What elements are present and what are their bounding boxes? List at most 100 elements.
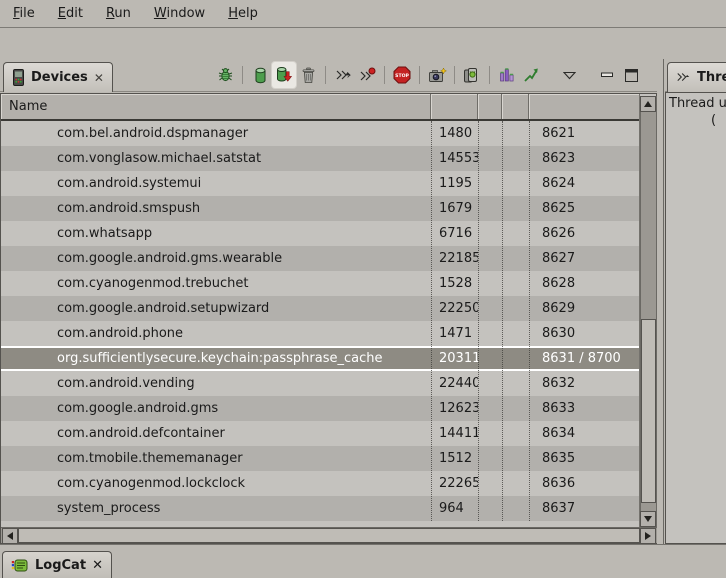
process-port: 8636 <box>529 476 639 491</box>
minimize-icon[interactable] <box>595 62 619 88</box>
menu-file[interactable]: File <box>10 4 38 23</box>
process-pid: 22265 <box>431 476 478 491</box>
table-row[interactable]: com.vonglasow.michael.satstat145538623 <box>1 146 639 171</box>
threads-panel: Thread up ( <box>665 92 726 544</box>
scroll-left-button[interactable] <box>2 528 18 544</box>
toolbar-separator <box>242 66 243 84</box>
column-header-port[interactable] <box>529 94 639 119</box>
table-row[interactable]: com.android.phone14718630 <box>1 321 639 346</box>
report-arrow-icon[interactable] <box>519 62 543 88</box>
threads-icon <box>676 70 691 85</box>
menu-edit[interactable]: Edit <box>55 4 86 23</box>
process-name: com.vonglasow.michael.satstat <box>1 151 431 166</box>
process-pid: 1512 <box>431 451 478 466</box>
process-port: 8621 <box>529 126 639 141</box>
process-port: 8630 <box>529 326 639 341</box>
menu-help[interactable]: Help <box>225 4 261 23</box>
close-icon[interactable]: ✕ <box>92 558 103 573</box>
tab-threads[interactable]: Threads <box>667 62 726 92</box>
process-pid: 1480 <box>431 126 478 141</box>
update-threads-icon[interactable] <box>331 62 355 88</box>
svg-text:STOP: STOP <box>395 73 409 79</box>
process-pid: 14553 <box>431 151 478 166</box>
process-name: com.android.vending <box>1 376 431 391</box>
process-name: com.google.android.setupwizard <box>1 301 431 316</box>
threads-tabbar: Threads <box>665 59 726 92</box>
table-row[interactable]: com.tmobile.thememanager15128635 <box>1 446 639 471</box>
process-port: 8631 / 8700 <box>529 351 639 366</box>
process-port: 8625 <box>529 201 639 216</box>
empty-toolbar-strip <box>0 29 726 59</box>
table-row[interactable]: system_process9648637 <box>1 496 639 521</box>
column-header-pid[interactable] <box>431 94 478 119</box>
process-name: com.cyanogenmod.lockclock <box>1 476 431 491</box>
menu-window[interactable]: Window <box>151 4 208 23</box>
update-heap-icon[interactable] <box>248 62 272 88</box>
screen-capture-camera-icon[interactable] <box>425 62 449 88</box>
process-port: 8628 <box>529 276 639 291</box>
capture-system-info-icon[interactable] <box>495 62 519 88</box>
process-port: 8629 <box>529 301 639 316</box>
table-row[interactable]: com.android.vending224408632 <box>1 371 639 396</box>
process-name: com.bel.android.dspmanager <box>1 126 431 141</box>
column-header-name[interactable]: Name <box>1 94 431 119</box>
column-header-a[interactable] <box>478 94 502 119</box>
column-header-b[interactable] <box>502 94 529 119</box>
table-row[interactable]: com.android.systemui11958624 <box>1 171 639 196</box>
phone-icon <box>12 69 25 86</box>
table-header: Name <box>1 94 639 121</box>
device-table: Name com.bel.android.dspmanager14808621c… <box>0 93 657 544</box>
process-pid: 1679 <box>431 201 478 216</box>
table-row[interactable]: com.cyanogenmod.trebuchet15288628 <box>1 271 639 296</box>
menu-run[interactable]: Run <box>103 4 134 23</box>
table-row[interactable]: com.android.defcontainer144118634 <box>1 421 639 446</box>
stop-process-icon[interactable]: STOP <box>390 62 414 88</box>
scroll-right-button[interactable] <box>640 528 656 544</box>
menubar: File Edit Run Window Help <box>0 0 726 28</box>
process-pid: 22250 <box>431 301 478 316</box>
reset-adb-phones-icon[interactable] <box>460 62 484 88</box>
tab-logcat[interactable]: LogCat ✕ <box>2 551 112 578</box>
process-name: org.sufficientlysecure.keychain:passphra… <box>1 351 431 366</box>
panel-sash[interactable] <box>657 59 665 545</box>
devices-toolbar: STOP <box>213 61 643 89</box>
process-port: 8635 <box>529 451 639 466</box>
maximize-icon[interactable] <box>619 62 643 88</box>
process-port: 8633 <box>529 401 639 416</box>
vertical-scrollbar <box>640 96 657 527</box>
process-port: 8626 <box>529 226 639 241</box>
table-row[interactable]: com.whatsapp67168626 <box>1 221 639 246</box>
table-row[interactable]: com.google.android.setupwizard22250 8629 <box>1 296 639 321</box>
process-name: com.android.systemui <box>1 176 431 191</box>
process-pid: 22185 <box>431 251 478 266</box>
close-icon[interactable]: ✕ <box>94 71 104 85</box>
process-pid: 14411 <box>431 426 478 441</box>
debug-bug-icon[interactable] <box>213 62 237 88</box>
table-row[interactable]: com.bel.android.dspmanager1480 8621 <box>1 121 639 146</box>
process-name: com.android.phone <box>1 326 431 341</box>
process-port: 8634 <box>529 426 639 441</box>
scroll-up-button[interactable] <box>640 96 656 112</box>
table-row[interactable]: com.cyanogenmod.lockclock22265 8636 <box>1 471 639 496</box>
logcat-icon <box>11 558 29 573</box>
vertical-scrollbar-thumb[interactable] <box>641 319 656 503</box>
table-row[interactable]: com.google.android.gms.wearable221858627 <box>1 246 639 271</box>
toolbar-separator <box>325 66 326 84</box>
table-row[interactable]: com.google.android.gms126238633 <box>1 396 639 421</box>
toolbar-separator <box>454 66 455 84</box>
process-port: 8624 <box>529 176 639 191</box>
process-name: com.google.android.gms.wearable <box>1 251 431 266</box>
view-menu-icon[interactable] <box>557 62 581 88</box>
tab-devices[interactable]: Devices ✕ <box>3 62 113 92</box>
cause-gc-trash-icon[interactable] <box>296 62 320 88</box>
table-row[interactable]: com.android.smspush1679 8625 <box>1 196 639 221</box>
table-row-selected[interactable]: org.sufficientlysecure.keychain:passphra… <box>1 346 639 371</box>
process-name: com.google.android.gms <box>1 401 431 416</box>
threads-message-line2: ( <box>711 113 716 128</box>
bottom-tabbar: LogCat ✕ <box>0 544 726 577</box>
start-method-profiling-icon[interactable] <box>355 62 379 88</box>
process-name: com.android.smspush <box>1 201 431 216</box>
horizontal-scrollbar-thumb[interactable] <box>18 528 640 543</box>
dump-hprof-icon[interactable] <box>272 62 296 88</box>
scroll-down-button[interactable] <box>640 511 656 527</box>
